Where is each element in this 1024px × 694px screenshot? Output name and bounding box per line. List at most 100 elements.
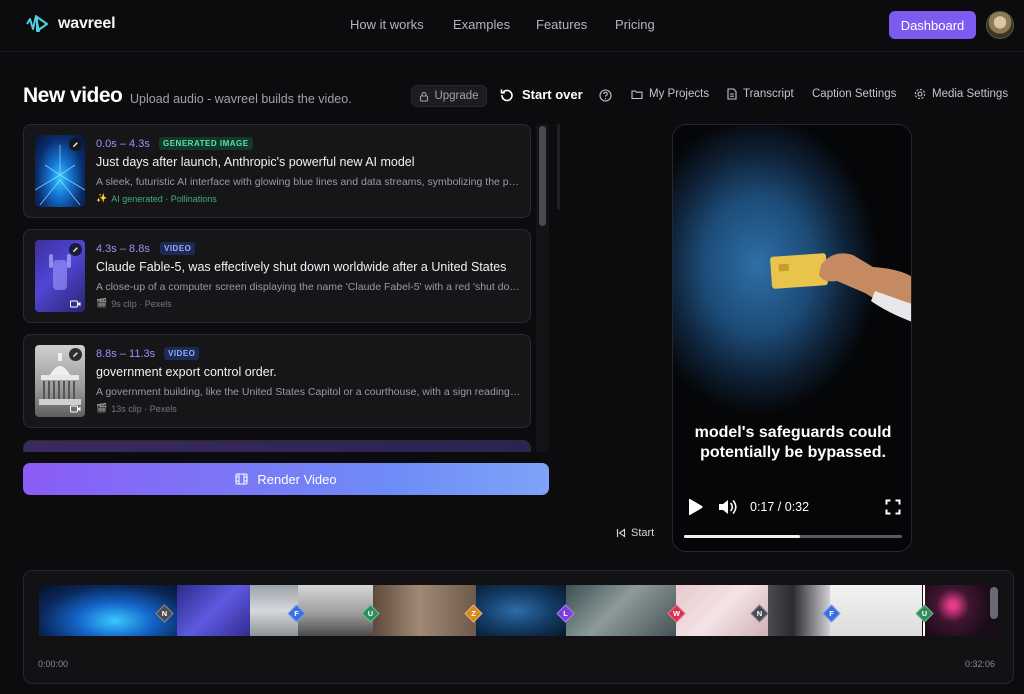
- scene-meta: 🎬 13s clip · Pexels: [96, 403, 177, 414]
- scene-title: Claude Fable-5, was effectively shut dow…: [96, 260, 507, 274]
- scene-meta-text: 9s clip · Pexels: [111, 298, 172, 309]
- scene-card[interactable]: 0.0s – 4.3s GENERATED IMAGE Just days af…: [23, 124, 531, 218]
- media-settings-label: Media Settings: [932, 88, 1009, 100]
- document-icon: [727, 88, 737, 100]
- transition-marker-label: N: [756, 609, 763, 618]
- upgrade-button[interactable]: Upgrade: [411, 85, 487, 107]
- scene-title: government export control order.: [96, 365, 277, 379]
- page-title: New video: [23, 84, 123, 107]
- play-icon[interactable]: [685, 497, 705, 517]
- scene-description: A government building, like the United S…: [96, 386, 522, 398]
- scene-list-scroll-thumb[interactable]: [539, 126, 546, 226]
- transition-marker-label: W: [672, 609, 681, 618]
- scene-description: A close-up of a computer screen displayi…: [96, 281, 522, 293]
- edit-pencil-icon[interactable]: [69, 138, 82, 151]
- nav-link-examples[interactable]: Examples: [453, 17, 510, 32]
- transition-marker-label: Z: [471, 609, 476, 618]
- timeline-clip[interactable]: [373, 585, 476, 636]
- scene-time-range: 0.0s – 4.3s: [96, 138, 150, 150]
- gear-icon: [914, 88, 926, 100]
- volume-icon[interactable]: [717, 497, 739, 517]
- start-over-button[interactable]: Start over: [500, 87, 583, 102]
- lock-icon: [420, 91, 429, 102]
- scene-type-badge: VIDEO: [160, 242, 196, 255]
- scene-meta: ✨ AI generated · Pollinations: [96, 193, 217, 204]
- timeline-clip[interactable]: [768, 585, 830, 636]
- video-timeline[interactable]: N F U Z L W N F U 0:00:00 0:32:06: [23, 570, 1014, 684]
- folder-icon: [631, 89, 643, 99]
- transition-marker-label: U: [367, 609, 374, 618]
- edit-pencil-icon[interactable]: [69, 348, 82, 361]
- fullscreen-icon[interactable]: [885, 499, 901, 515]
- hand-holding-card-graphic: [770, 253, 911, 322]
- transition-marker-label: N: [161, 609, 168, 618]
- nav-link-how-it-works[interactable]: How it works: [350, 17, 424, 32]
- my-projects-button[interactable]: My Projects: [631, 88, 709, 100]
- jump-to-start-button[interactable]: Start: [616, 527, 654, 539]
- transition-marker-label: L: [563, 609, 568, 618]
- video-camera-icon: [69, 299, 82, 309]
- transition-marker-label: F: [294, 609, 299, 618]
- brand-logo[interactable]: wavreel: [24, 11, 116, 37]
- user-avatar[interactable]: [986, 11, 1014, 39]
- playback-time: 0:17 / 0:32: [750, 500, 810, 514]
- scene-thumbnail[interactable]: [35, 240, 85, 312]
- scene-meta: 🎬 9s clip · Pexels: [96, 298, 172, 309]
- nav-link-pricing[interactable]: Pricing: [615, 17, 655, 32]
- sparkle-icon: ✨: [96, 193, 108, 203]
- scene-meta-text: 13s clip · Pexels: [111, 403, 177, 414]
- restart-icon: [500, 89, 513, 101]
- transcript-button[interactable]: Transcript: [727, 88, 794, 100]
- scene-type-badge: VIDEO: [164, 347, 200, 360]
- scene-time-range: 8.8s – 11.3s: [96, 348, 156, 360]
- playback-progress-fill: [684, 535, 800, 538]
- film-clip-icon: 🎬: [96, 298, 108, 308]
- render-video-button[interactable]: Render Video: [23, 463, 549, 495]
- waveform-play-icon: [26, 15, 48, 33]
- help-icon[interactable]: [599, 89, 612, 102]
- timeline-clip[interactable]: [298, 585, 373, 636]
- upgrade-label: Upgrade: [434, 90, 479, 102]
- render-video-label: Render Video: [257, 471, 337, 487]
- scene-thumbnail[interactable]: [35, 345, 85, 417]
- scene-card[interactable]: 8.8s – 11.3s VIDEO government export con…: [23, 334, 531, 428]
- dashboard-button[interactable]: Dashboard: [889, 11, 976, 39]
- scene-type-badge: GENERATED IMAGE: [159, 137, 253, 150]
- scene-thumbnail[interactable]: [35, 135, 85, 207]
- page-subtitle: Upload audio - wavreel builds the video.: [130, 92, 352, 106]
- panel-divider: [557, 124, 560, 210]
- transcript-label: Transcript: [743, 88, 794, 100]
- scene-card-partial[interactable]: [23, 440, 531, 452]
- scene-time-range: 4.3s – 8.8s: [96, 243, 150, 255]
- scene-description: A sleek, futuristic AI interface with gl…: [96, 176, 522, 188]
- my-projects-label: My Projects: [649, 88, 710, 100]
- video-caption-text: model's safeguards could potentially be …: [694, 424, 892, 461]
- timeline-end-time: 0:32:06: [965, 659, 996, 669]
- timeline-clip[interactable]: [476, 585, 566, 636]
- timeline-start-time: 0:00:00: [38, 659, 69, 669]
- edit-pencil-icon[interactable]: [69, 243, 82, 256]
- top-navbar: wavreel How it works Examples Features P…: [0, 0, 1024, 52]
- start-over-label: Start over: [522, 87, 583, 102]
- scene-list[interactable]: 0.0s – 4.3s GENERATED IMAGE Just days af…: [23, 124, 533, 452]
- timeline-clip[interactable]: [177, 585, 250, 636]
- media-settings-button[interactable]: Media Settings: [914, 88, 1008, 100]
- skip-to-start-icon: [616, 528, 626, 538]
- transition-marker-label: F: [829, 609, 834, 618]
- caption-settings-button[interactable]: Caption Settings: [812, 88, 896, 100]
- scene-meta-text: AI generated · Pollinations: [111, 193, 217, 204]
- scene-card[interactable]: 4.3s – 8.8s VIDEO Claude Fable-5, was ef…: [23, 229, 531, 323]
- transition-marker-label: U: [921, 609, 928, 618]
- playback-progress-bar[interactable]: [684, 535, 902, 538]
- timeline-clip[interactable]: [922, 585, 999, 636]
- timeline-clip[interactable]: [566, 585, 676, 636]
- jump-to-start-label: Start: [631, 527, 655, 539]
- nav-link-features[interactable]: Features: [536, 17, 587, 32]
- timeline-clip[interactable]: [830, 585, 922, 636]
- caption-settings-label: Caption Settings: [812, 88, 897, 100]
- timeline-thumbnail-strip[interactable]: [39, 585, 999, 636]
- video-preview-player[interactable]: model's safeguards could potentially be …: [672, 124, 912, 552]
- timeline-scrollbar[interactable]: [990, 587, 998, 619]
- scene-title: Just days after launch, Anthropic's powe…: [96, 155, 415, 169]
- film-icon: [235, 473, 248, 485]
